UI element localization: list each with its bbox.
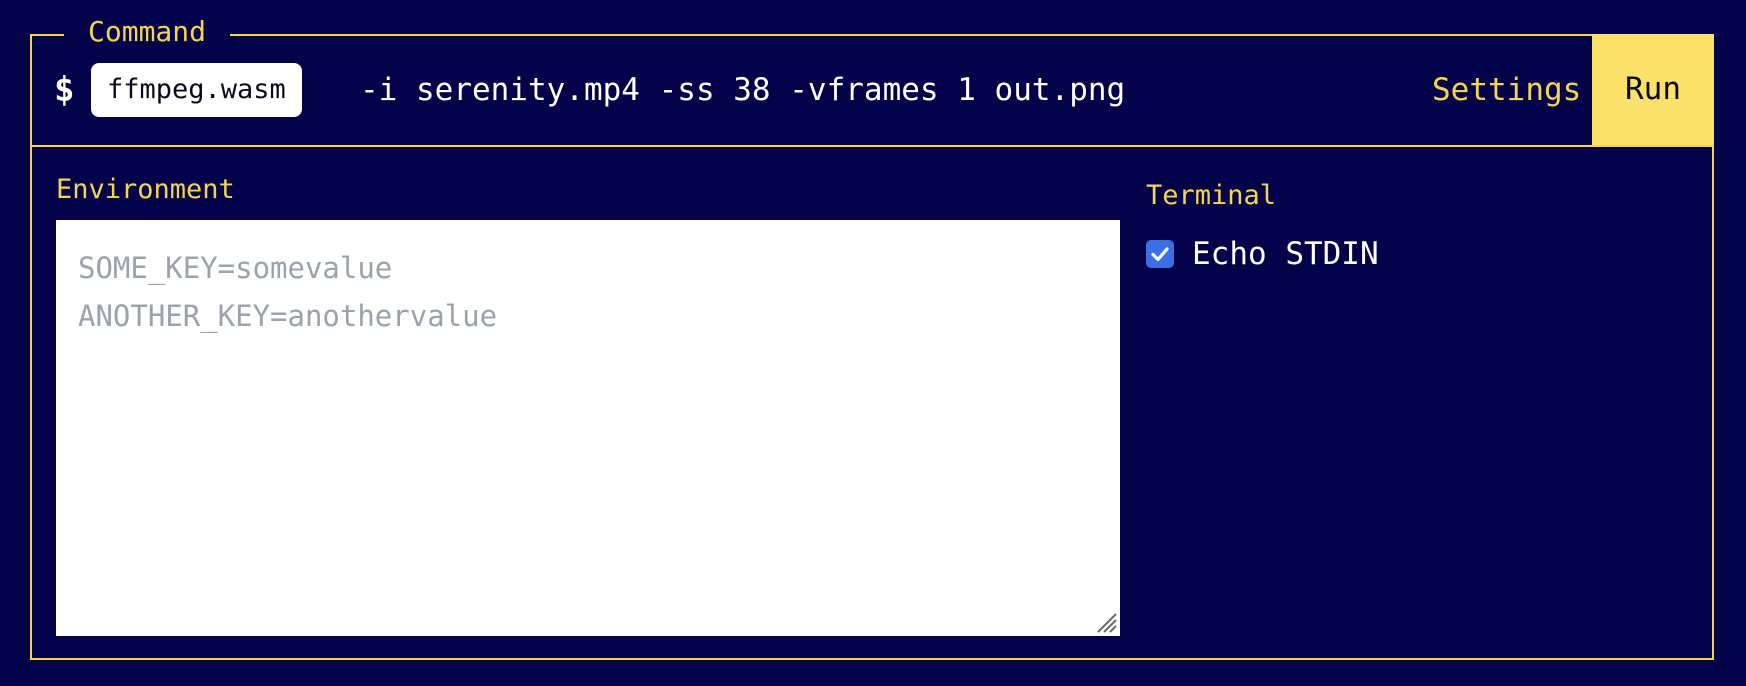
environment-textarea[interactable]: SOME_KEY=somevalue ANOTHER_KEY=anotherva… [56,220,1120,636]
environment-label: Environment [56,174,235,205]
program-name-badge: ffmpeg.wasm [91,63,302,117]
command-args-input[interactable] [348,64,1272,116]
checkmark-icon [1151,247,1169,262]
echo-stdin-checkbox[interactable] [1146,240,1174,268]
settings-button[interactable]: Settings [1432,70,1581,110]
command-bar: $ ffmpeg.wasm Settings Run [30,34,1714,147]
run-button[interactable]: Run [1592,34,1714,145]
echo-stdin-label: Echo STDIN [1192,236,1379,272]
resize-grip-icon[interactable] [1094,610,1118,634]
prompt-symbol: $ [54,70,75,110]
terminal-label: Terminal [1146,180,1277,211]
